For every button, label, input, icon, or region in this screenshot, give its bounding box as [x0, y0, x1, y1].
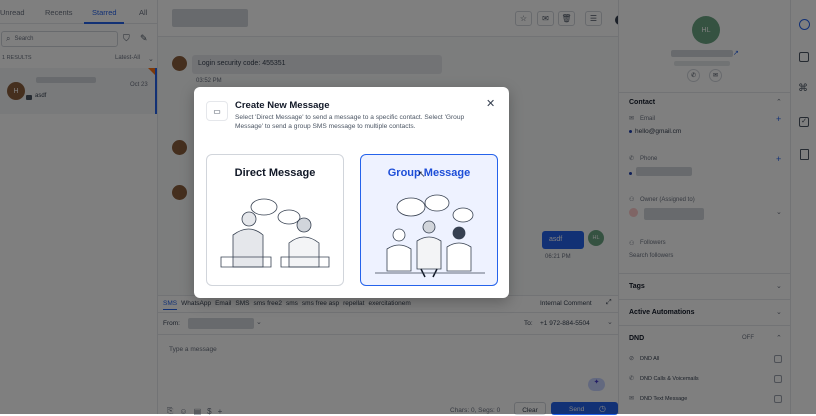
close-icon[interactable]: ✕ [486, 97, 495, 110]
direct-message-illustration [220, 198, 330, 268]
modal-description: Select 'Direct Message' to send a messag… [235, 114, 465, 130]
group-message-title: Group Message [387, 167, 471, 179]
group-message-illustration [375, 194, 485, 278]
mouse-cursor-icon: ↖ [418, 169, 426, 179]
modal-title: Create New Message [235, 100, 330, 111]
create-message-modal: ▭ Create New Message Select 'Direct Mess… [194, 87, 509, 298]
group-message-card[interactable]: Group Message ↖ [360, 154, 498, 286]
direct-message-title: Direct Message [234, 167, 316, 179]
direct-message-card[interactable]: Direct Message [206, 154, 344, 286]
modal-header-icon: ▭ [206, 101, 228, 121]
